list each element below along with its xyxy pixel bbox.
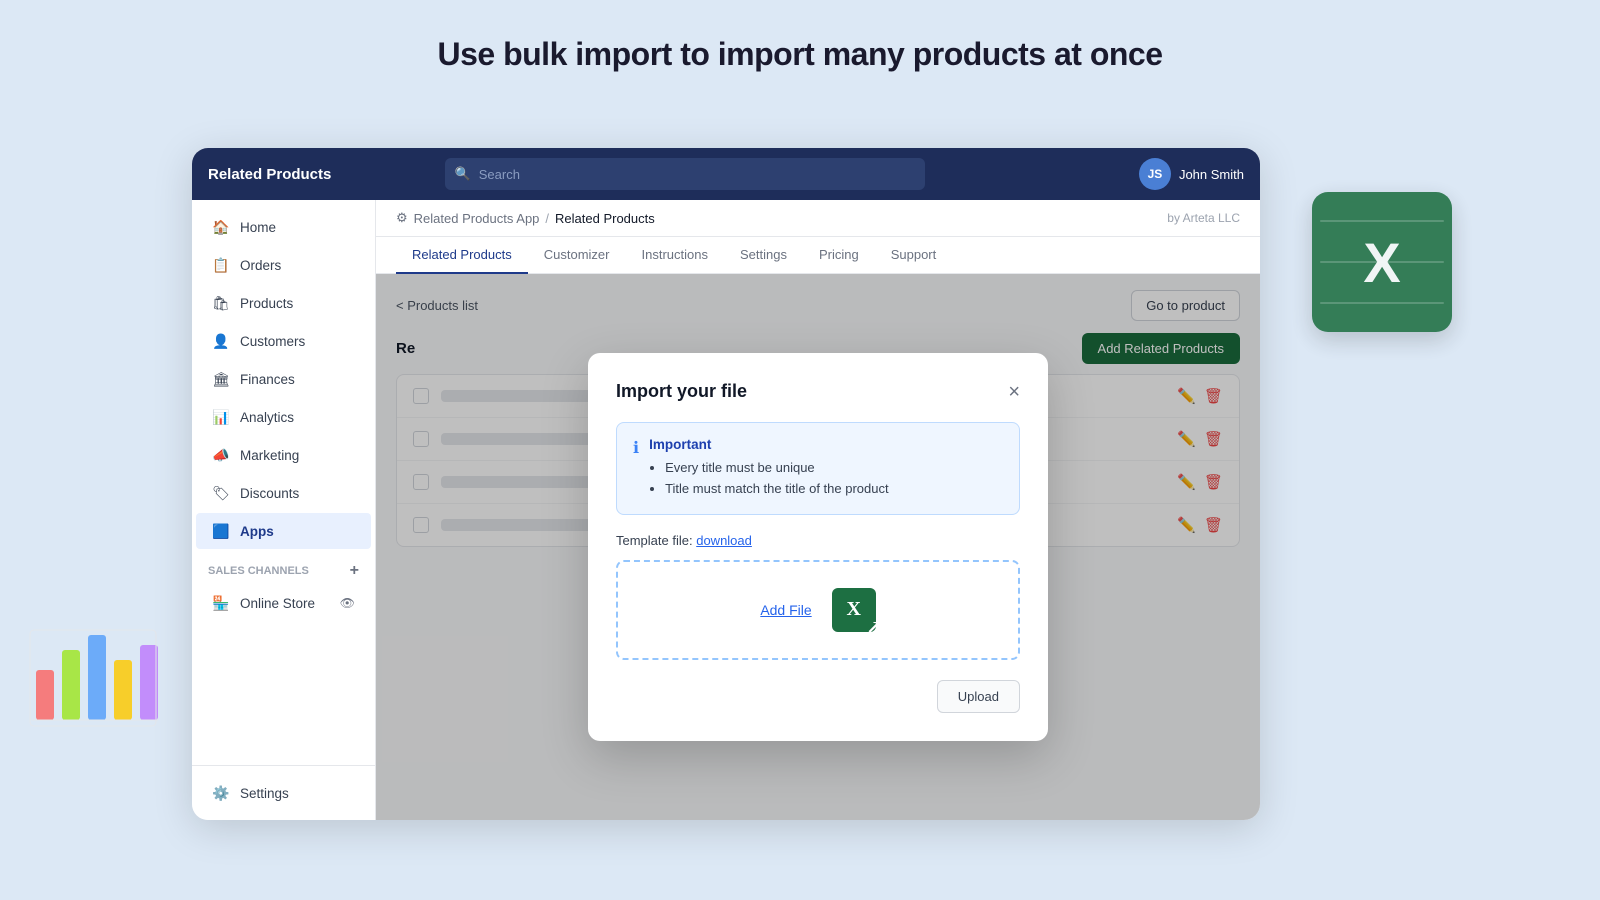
sidebar-item-finances[interactable]: 🏛 Finances (196, 361, 371, 397)
tab-related-products[interactable]: Related Products (396, 237, 528, 274)
breadcrumb-icon: ⚙ (396, 210, 408, 226)
modal-footer: Upload (616, 680, 1020, 713)
sidebar-item-online-store[interactable]: 🏪 Online Store 👁 (196, 585, 371, 621)
modal-header: Import your file × (616, 381, 1020, 402)
breadcrumb-current: Related Products (555, 211, 655, 226)
template-download-link[interactable]: download (696, 533, 752, 548)
sidebar-label-products: Products (240, 296, 293, 311)
decorative-excel-icon: X (1312, 192, 1452, 332)
info-item-2: Title must match the title of the produc… (665, 479, 889, 500)
breadcrumb-separator: / (545, 211, 549, 226)
orders-icon: 📋 (212, 256, 230, 274)
app-window: Related Products 🔍 Search JS John Smith … (192, 148, 1260, 820)
cursor-icon: ↗ (867, 617, 882, 638)
info-box: ℹ Important Every title must be unique T… (616, 422, 1020, 515)
sidebar-item-products[interactable]: 🛍 Products (196, 285, 371, 321)
info-title: Important (649, 437, 889, 452)
upload-button[interactable]: Upload (937, 680, 1020, 713)
sidebar-item-apps[interactable]: 🟦 Apps (196, 513, 371, 549)
info-content: Important Every title must be unique Tit… (649, 437, 889, 500)
user-area: JS John Smith (1139, 158, 1244, 190)
template-line: Template file: download (616, 533, 1020, 548)
add-file-label[interactable]: Add File (760, 602, 811, 618)
discounts-icon: 🏷 (212, 484, 230, 502)
page-heading: Use bulk import to import many products … (0, 0, 1600, 73)
sidebar-label-analytics: Analytics (240, 410, 294, 425)
sidebar-item-customers[interactable]: 👤 Customers (196, 323, 371, 359)
add-sales-channel-icon[interactable]: + (350, 562, 359, 580)
import-modal: Import your file × ℹ Important Every tit… (588, 353, 1048, 741)
breadcrumb-bar: ⚙ Related Products App / Related Product… (376, 200, 1260, 237)
user-name: John Smith (1179, 167, 1244, 182)
modal-title: Import your file (616, 381, 747, 402)
info-list: Every title must be unique Title must ma… (649, 458, 889, 500)
sidebar-item-discounts[interactable]: 🏷 Discounts (196, 475, 371, 511)
sidebar-item-settings[interactable]: ⚙️ Settings (196, 775, 371, 811)
sidebar-item-home[interactable]: 🏠 Home (196, 209, 371, 245)
breadcrumb: ⚙ Related Products App / Related Product… (396, 210, 655, 226)
tab-settings[interactable]: Settings (724, 237, 803, 274)
file-drop-zone[interactable]: Add File X ↗ (616, 560, 1020, 660)
settings-icon: ⚙️ (212, 784, 230, 802)
sidebar-label-orders: Orders (240, 258, 281, 273)
sidebar-label-customers: Customers (240, 334, 305, 349)
by-label: by Arteta LLC (1167, 211, 1240, 225)
tab-support[interactable]: Support (875, 237, 953, 274)
tabs: Related Products Customizer Instructions… (376, 237, 1260, 274)
modal-close-button[interactable]: × (1008, 382, 1020, 402)
search-placeholder: Search (479, 167, 520, 182)
customers-icon: 👤 (212, 332, 230, 350)
sidebar-item-analytics[interactable]: 📊 Analytics (196, 399, 371, 435)
online-store-icon: 🏪 (212, 594, 230, 612)
home-icon: 🏠 (212, 218, 230, 236)
top-nav: Related Products 🔍 Search JS John Smith (192, 148, 1260, 200)
breadcrumb-app[interactable]: Related Products App (414, 211, 540, 226)
content-area: < Products list Go to product Re Add Rel… (376, 274, 1260, 820)
sidebar-label-settings: Settings (240, 786, 289, 801)
sidebar-bottom: ⚙️ Settings (192, 765, 375, 820)
app-body: 🏠 Home 📋 Orders 🛍 Products 👤 Customers 🏛… (192, 200, 1260, 820)
decorative-chart (28, 610, 158, 740)
avatar: JS (1139, 158, 1171, 190)
marketing-icon: 📣 (212, 446, 230, 464)
tab-instructions[interactable]: Instructions (625, 237, 723, 274)
sidebar-label-marketing: Marketing (240, 448, 299, 463)
template-label: Template file: (616, 533, 693, 548)
main-content: ⚙ Related Products App / Related Product… (376, 200, 1260, 820)
sidebar-label-home: Home (240, 220, 276, 235)
excel-file-icon: X ↗ (832, 588, 876, 632)
modal-backdrop[interactable]: Import your file × ℹ Important Every tit… (376, 274, 1260, 820)
sidebar-label-discounts: Discounts (240, 486, 299, 501)
info-item-1: Every title must be unique (665, 458, 889, 479)
search-bar[interactable]: 🔍 Search (445, 158, 925, 190)
products-icon: 🛍 (212, 294, 230, 312)
search-icon: 🔍 (455, 166, 471, 182)
sales-channels-section: Sales channels + (192, 550, 375, 584)
sidebar-item-orders[interactable]: 📋 Orders (196, 247, 371, 283)
tab-pricing[interactable]: Pricing (803, 237, 875, 274)
sidebar-label-finances: Finances (240, 372, 295, 387)
sidebar: 🏠 Home 📋 Orders 🛍 Products 👤 Customers 🏛… (192, 200, 376, 820)
tab-customizer[interactable]: Customizer (528, 237, 626, 274)
sidebar-label-online-store: Online Store (240, 596, 315, 611)
sidebar-item-marketing[interactable]: 📣 Marketing (196, 437, 371, 473)
apps-icon: 🟦 (212, 522, 230, 540)
app-title: Related Products (208, 166, 331, 183)
analytics-icon: 📊 (212, 408, 230, 426)
info-icon: ℹ (633, 438, 639, 500)
eye-icon[interactable]: 👁 (340, 596, 355, 610)
sidebar-label-apps: Apps (240, 524, 274, 539)
finances-icon: 🏛 (212, 370, 230, 388)
sales-channels-label: Sales channels (208, 565, 309, 577)
